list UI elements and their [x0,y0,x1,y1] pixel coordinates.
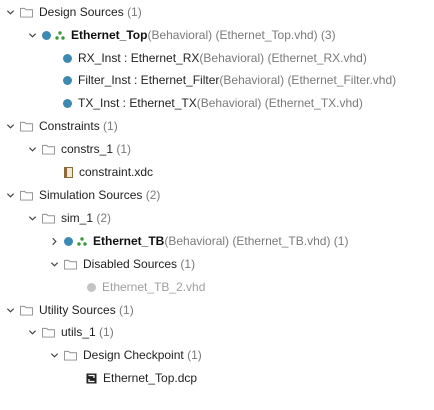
folder-icon [20,121,33,132]
tree-node-ethernet-tb[interactable]: Ethernet_TB(Behavioral) (Ethernet_TB.vhd… [0,231,434,251]
chevron-right-icon[interactable] [48,235,60,247]
node-label: RX_Inst : Ethernet_RX(Behavioral) (Ether… [78,51,367,65]
folder-icon [42,213,55,224]
tree-node-ethernet-top-dcp[interactable]: Ethernet_Top.dcp [0,368,434,388]
tree-node-utility-sources[interactable]: Utility Sources (1) [0,300,434,320]
checkpoint-file-icon [86,373,97,384]
node-label: Utility Sources (1) [39,303,134,317]
tree-node-tx-inst[interactable]: TX_Inst : Ethernet_TX(Behavioral) (Ether… [0,93,434,113]
node-label: Ethernet_Top(Behavioral) (Ethernet_Top.v… [71,28,336,42]
tree-node-simulation-sources[interactable]: Simulation Sources (2) [0,185,434,205]
node-label: utils_1 (1) [61,325,114,339]
tree-node-constraint-xdc[interactable]: constraint.xdc [0,162,434,182]
tree-node-sim-1[interactable]: sim_1 (2) [0,208,434,228]
tree-node-design-checkpoint[interactable]: Design Checkpoint (1) [0,345,434,365]
node-label: Filter_Inst : Ethernet_Filter(Behavioral… [78,73,397,87]
tree-node-rx-inst[interactable]: RX_Inst : Ethernet_RX(Behavioral) (Ether… [0,48,434,68]
node-label: Simulation Sources (2) [39,188,161,202]
tree-node-disabled-sources[interactable]: Disabled Sources (1) [0,254,434,274]
folder-icon [64,259,77,270]
node-label: Design Checkpoint (1) [83,348,202,362]
tree-node-ethernet-tb-2[interactable]: Ethernet_TB_2.vhd [0,277,434,297]
module-icon [63,75,72,85]
chevron-down-icon[interactable] [26,143,38,155]
xdc-file-icon [64,166,73,178]
module-icon [63,98,72,108]
folder-icon [42,327,55,338]
tree-node-filter-inst[interactable]: Filter_Inst : Ethernet_Filter(Behavioral… [0,70,434,90]
node-label: Ethernet_TB_2.vhd [102,280,206,294]
node-label: Ethernet_Top.dcp [103,371,198,385]
chevron-down-icon[interactable] [4,120,16,132]
node-label: sim_1 (2) [61,211,112,225]
node-label: TX_Inst : Ethernet_TX(Behavioral) (Ether… [78,96,363,110]
folder-icon [42,144,55,155]
tree-node-design-sources[interactable]: Design Sources (1) [0,2,434,22]
folder-icon [20,305,33,316]
disabled-file-icon [87,282,96,292]
chevron-down-icon[interactable] [26,212,38,224]
tree-node-utils-1[interactable]: utils_1 (1) [0,322,434,342]
chevron-down-icon[interactable] [48,349,60,361]
folder-icon [20,7,33,18]
node-label: Constraints (1) [39,119,118,133]
sources-tree: Design Sources (1) Ethernet_Top(Behavior… [0,0,434,410]
node-label: constrs_1 (1) [61,142,132,156]
chevron-down-icon[interactable] [4,304,16,316]
hierarchy-top-icon [77,236,87,246]
tree-node-constrs-1[interactable]: constrs_1 (1) [0,139,434,159]
chevron-down-icon[interactable] [26,326,38,338]
hierarchy-top-icon [55,30,65,40]
tree-node-ethernet-top[interactable]: Ethernet_Top(Behavioral) (Ethernet_Top.v… [0,25,434,45]
chevron-down-icon[interactable] [4,6,16,18]
chevron-down-icon[interactable] [4,189,16,201]
node-label: Disabled Sources (1) [83,257,196,271]
module-icon [42,30,51,40]
tree-node-constraints[interactable]: Constraints (1) [0,116,434,136]
chevron-down-icon[interactable] [48,258,60,270]
node-label: Ethernet_TB(Behavioral) (Ethernet_TB.vhd… [93,234,349,248]
folder-icon [64,350,77,361]
node-label: Design Sources (1) [39,5,142,19]
chevron-down-icon[interactable] [26,29,38,41]
module-icon [63,53,72,63]
folder-icon [20,190,33,201]
module-icon [64,236,73,246]
node-label: constraint.xdc [79,165,154,179]
